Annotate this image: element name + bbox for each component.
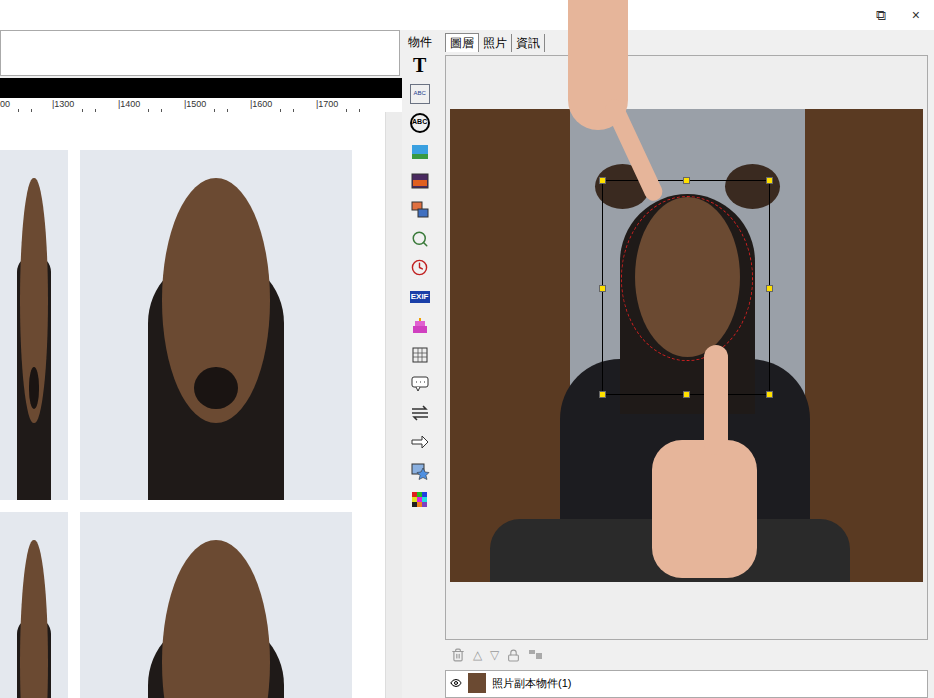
selection-box[interactable] (602, 180, 770, 395)
layer-toolbar: △▽ (445, 640, 928, 670)
tool-button[interactable] (410, 456, 430, 485)
tool-button[interactable]: EXIF (410, 282, 430, 311)
tab[interactable]: 資訊 (512, 34, 545, 52)
tool-button[interactable] (410, 137, 430, 166)
lock-icon[interactable] (507, 649, 520, 662)
tool-button[interactable] (410, 369, 430, 398)
ruler: 00 |1300 |1400 |1500 |1600 |1700 (0, 98, 402, 112)
tool-button[interactable] (410, 340, 430, 369)
title-bar: ⧉× (0, 0, 934, 30)
ruler-label: 00 (0, 98, 10, 112)
ruler-label: |1400 (118, 98, 140, 112)
ruler-label: |1700 (316, 98, 338, 112)
tool-button[interactable] (411, 224, 429, 253)
exif-tool-icon[interactable]: EXIF (410, 291, 430, 303)
app-window: ⧉×00|1300|1400|1500|1600|1700物件TABCABCEX… (0, 0, 934, 698)
layer-name: 照片副本物件(1) (492, 675, 571, 692)
resize-handle[interactable] (766, 391, 773, 398)
zoom-tool-icon[interactable] (411, 230, 429, 248)
window-control-button[interactable]: × (912, 5, 920, 26)
layer-row[interactable]: 照片副本物件(1) (446, 671, 927, 693)
arrow-tool-icon[interactable] (410, 432, 430, 452)
layer-list: 照片副本物件(1) (445, 670, 928, 698)
tool-button[interactable] (410, 485, 430, 514)
text-tool-icon[interactable]: T (410, 55, 430, 75)
photo-tile[interactable] (0, 150, 68, 500)
tool-button[interactable]: T (410, 50, 430, 79)
resize-handle[interactable] (599, 285, 606, 292)
textbox-tool-icon[interactable]: ABC (410, 84, 430, 104)
palette-tool-icon[interactable] (410, 490, 430, 510)
layer-thumbnail (468, 673, 486, 693)
tool-button[interactable] (410, 195, 430, 224)
resize-handle[interactable] (683, 177, 690, 184)
tab-bar: 圖層照片資訊 (445, 30, 928, 52)
tool-button[interactable] (410, 398, 430, 427)
landscape-tool-icon[interactable] (410, 142, 430, 162)
resize-handle[interactable] (766, 177, 773, 184)
textcircle-tool-icon[interactable]: ABC (410, 113, 430, 133)
tool-button[interactable] (410, 311, 430, 340)
move-layer-button[interactable]: △ (473, 646, 482, 664)
photo-tile[interactable] (80, 512, 352, 698)
print-canvas[interactable] (0, 112, 385, 698)
speech-tool-icon[interactable] (410, 374, 430, 394)
tab[interactable]: 圖層 (445, 33, 479, 52)
eye-icon[interactable] (450, 677, 462, 689)
calendar-tool-icon[interactable] (410, 345, 430, 365)
group-icon[interactable] (528, 649, 544, 661)
tool-button[interactable] (410, 427, 430, 456)
editor-column: 00 |1300 |1400 |1500 |1600 |1700 (0, 30, 402, 698)
tool-button[interactable]: ABC (410, 108, 430, 137)
ruler-bar (0, 78, 402, 98)
top-field[interactable] (0, 30, 400, 76)
ruler-label: |1300 (52, 98, 74, 112)
window-control-button[interactable]: ⧉ (876, 5, 886, 26)
photo-tile[interactable] (80, 150, 352, 500)
layers-tool-icon[interactable] (410, 200, 430, 220)
raised-finger (704, 345, 728, 455)
raised-hand (652, 440, 757, 578)
ruler-label: |1500 (184, 98, 206, 112)
move-layer-button[interactable]: ▽ (490, 646, 499, 664)
canvas-scrollbar[interactable] (385, 112, 402, 698)
resize-handle[interactable] (683, 391, 690, 398)
resize-handle[interactable] (599, 177, 606, 184)
tool-button[interactable]: ABC (410, 79, 430, 108)
side-panel: 圖層照片資訊△▽照片副本物件(1) (437, 30, 934, 698)
star-tool-icon[interactable] (410, 461, 430, 481)
clock-tool-icon[interactable] (411, 259, 428, 276)
swap-tool-icon[interactable] (410, 403, 430, 423)
tool-button[interactable] (411, 253, 428, 282)
trash-icon[interactable] (451, 648, 465, 662)
toolbar-title: 物件 (408, 34, 432, 50)
ruler-label: |1600 (250, 98, 272, 112)
tool-button[interactable] (410, 166, 430, 195)
resize-handle[interactable] (599, 391, 606, 398)
sunset-tool-icon[interactable] (410, 171, 430, 191)
resize-handle[interactable] (766, 285, 773, 292)
photo-tile[interactable] (0, 512, 68, 698)
cake-tool-icon[interactable] (410, 316, 430, 336)
object-toolbar: 物件 T ABC ABC EXIF (402, 30, 437, 698)
tab[interactable]: 照片 (479, 34, 512, 52)
